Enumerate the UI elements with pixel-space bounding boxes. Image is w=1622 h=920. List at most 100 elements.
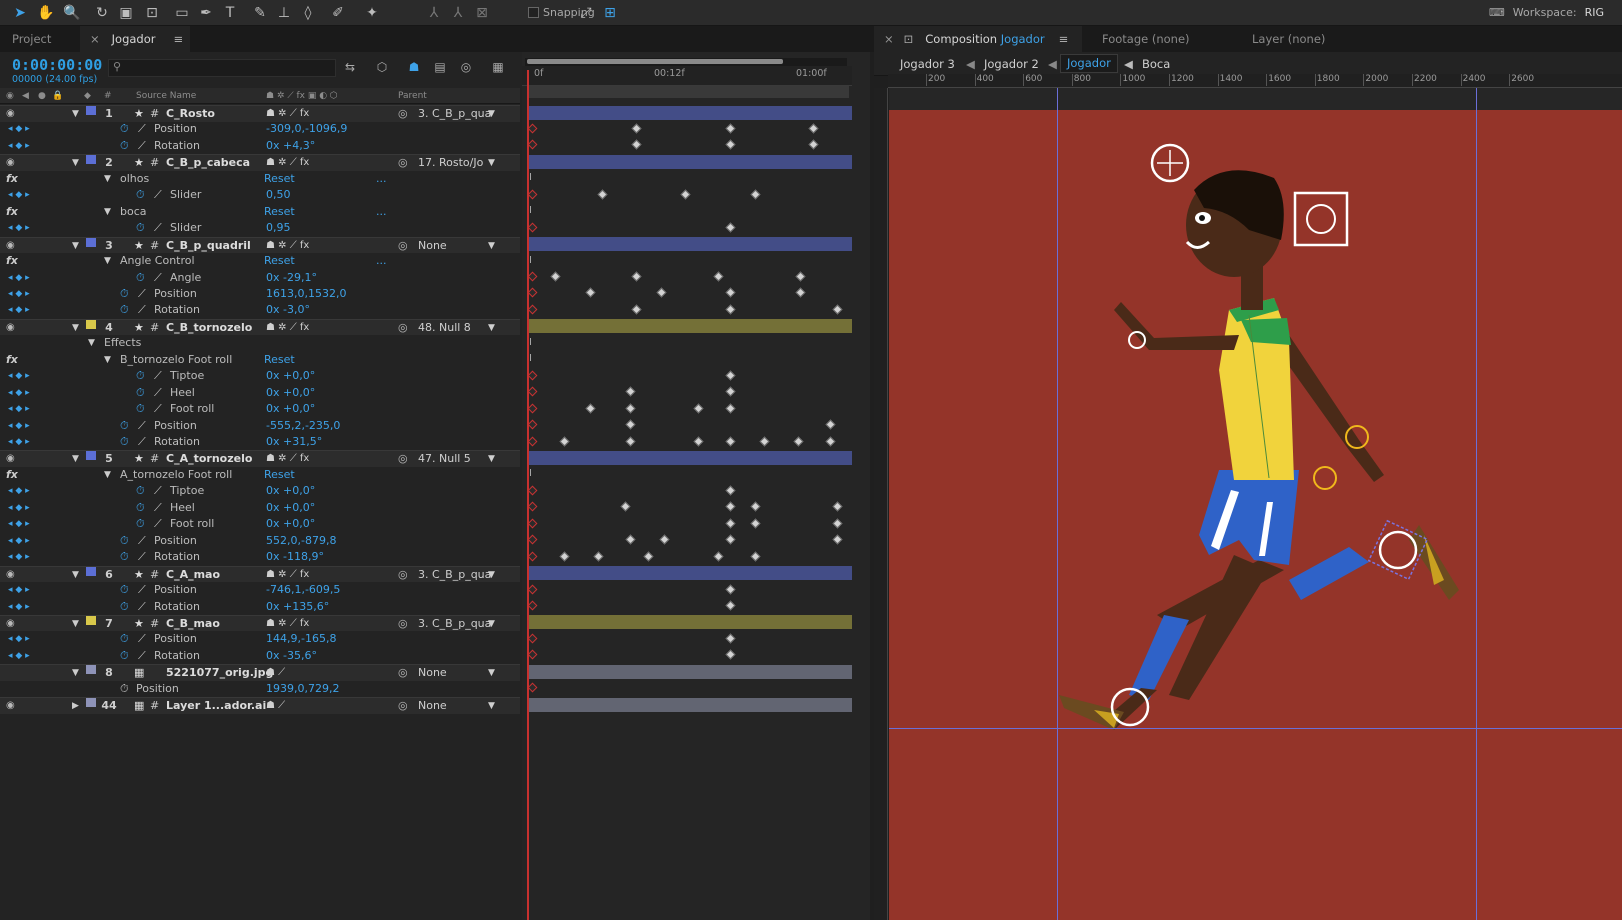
timeline-ruler[interactable]: 0f 00:12f 01:00f (522, 66, 852, 86)
chevron-down-icon[interactable]: ▼ (488, 616, 495, 632)
keyframe[interactable] (793, 436, 804, 446)
keyframe-start[interactable] (527, 123, 538, 134)
expand-triangle-icon[interactable]: ▼ (72, 238, 79, 254)
keyframe[interactable] (559, 436, 570, 446)
pickwhip-icon[interactable]: ◎ (398, 665, 408, 681)
property-value[interactable]: 144,9,-165,8 (266, 631, 336, 647)
keyframe[interactable] (559, 551, 570, 562)
visibility-eye-icon[interactable]: ◉ (6, 698, 15, 714)
brush-tool-icon[interactable]: ✎ (250, 3, 270, 23)
switches-icons[interactable]: ☗ ⟋ (266, 698, 285, 714)
switches-icons[interactable]: ☗ ✲ ⟋ fx (266, 451, 309, 467)
time-navigator[interactable] (525, 58, 847, 66)
layer-row[interactable]: ▼ 8 ▦ 5221077_orig.jpg ☗ ⟋ ◎ None ▼ (0, 664, 520, 681)
property-value[interactable]: 0,50 (266, 187, 291, 203)
tab-footage[interactable]: Footage (none) (1092, 26, 1200, 52)
timeline-row[interactable]: ◂ ◆ ▸ ⏱ ⟋ Rotation 0x +31,5° (0, 434, 520, 451)
keyframe-start[interactable] (527, 419, 538, 430)
property-value[interactable]: 0x -29,1° (266, 270, 317, 286)
property-value[interactable]: 1939,0,729,2 (266, 681, 339, 697)
timeline-row[interactable]: ◂ ◆ ▸ ⏱ ⟋ Heel 0x +0,0° (0, 385, 520, 402)
stopwatch-icon[interactable]: ⏱ (136, 187, 145, 203)
timeline-row[interactable]: fx ▼ boca Reset... (0, 204, 520, 221)
property-value[interactable]: -309,0,-1096,9 (266, 121, 347, 137)
keyframe-start[interactable] (527, 386, 538, 397)
keyframe[interactable] (643, 551, 654, 562)
timeline-row[interactable]: ◂ ◆ ▸ ⏱ ⟋ Heel 0x +0,0° (0, 500, 520, 517)
reset-link[interactable]: Reset (264, 467, 295, 483)
expand-triangle-icon[interactable]: ▼ (72, 106, 79, 122)
keyframe-nav-icon[interactable]: ◂ ◆ ▸ (8, 549, 30, 565)
stopwatch-icon[interactable]: ⏱ (136, 220, 145, 236)
stopwatch-icon[interactable]: ⏱ (120, 681, 129, 697)
keyframe-start[interactable] (527, 222, 538, 233)
world-axis-icon[interactable]: ⅄ (448, 3, 468, 23)
keyframe[interactable] (631, 139, 642, 150)
expand-triangle-icon[interactable]: ▼ (104, 204, 111, 220)
property-value[interactable]: 0x +0,0° (266, 500, 315, 516)
timeline-row[interactable]: fx ▼ A_tornozelo Foot roll Reset (0, 467, 520, 484)
timeline-row[interactable]: ◂ ◆ ▸ ⏱ ⟋ Position 1613,0,1532,0 (0, 286, 520, 303)
hamburger-icon[interactable]: ≡ (173, 32, 183, 46)
property-value[interactable]: 0x +0,0° (266, 401, 315, 417)
timeline-row[interactable]: ◂ ◆ ▸ ⏱ ⟋ Rotation 0x -35,6° (0, 648, 520, 665)
visibility-eye-icon[interactable]: ◉ (6, 451, 15, 467)
timeline-row[interactable]: ◂ ◆ ▸ ⏱ ⟋ Rotation 0x +135,6° (0, 599, 520, 616)
visibility-eye-icon[interactable]: ◉ (6, 238, 15, 254)
keyframe[interactable] (750, 518, 761, 529)
expand-triangle-icon[interactable]: ▼ (88, 335, 95, 351)
crumb-boca[interactable]: Boca (1142, 57, 1170, 71)
graph-editor-icon[interactable]: ▦ (490, 60, 506, 76)
keyframe[interactable] (625, 403, 636, 414)
tab-layer[interactable]: Layer (none) (1242, 26, 1335, 52)
keyframe[interactable] (825, 419, 836, 430)
keyframe-start[interactable] (527, 287, 538, 298)
keyframe[interactable] (713, 271, 724, 282)
keyframe[interactable] (693, 436, 704, 446)
timeline-row[interactable]: fx ▼ B_tornozelo Foot roll Reset (0, 352, 520, 369)
expand-triangle-icon[interactable]: ▼ (72, 616, 79, 632)
rotate-tool-icon[interactable]: ↻ (92, 3, 112, 23)
draft-3d-icon[interactable]: ⬡ (374, 60, 390, 76)
guide-vertical-1[interactable] (1057, 88, 1058, 920)
timeline-row[interactable]: ◂ ◆ ▸ ⏱ ⟋ Foot roll 0x +0,0° (0, 401, 520, 418)
property-value[interactable]: 0x +0,0° (266, 483, 315, 499)
current-time-display[interactable]: 0:00:00:00 (12, 56, 102, 74)
graph-icon[interactable]: ⟋ (138, 302, 146, 318)
visibility-eye-icon[interactable]: ◉ (6, 567, 15, 583)
pickwhip-icon[interactable]: ◎ (398, 106, 408, 122)
keyframe[interactable] (750, 501, 761, 512)
property-value[interactable]: 1613,0,1532,0 (266, 286, 346, 302)
guide-vertical-2[interactable] (1476, 88, 1477, 920)
keyframe[interactable] (725, 436, 736, 446)
keyframe[interactable] (808, 123, 819, 134)
snap-feather-icon[interactable]: ⤢ (576, 3, 596, 23)
close-icon[interactable]: × (884, 32, 894, 46)
keyframe[interactable] (725, 584, 736, 594)
visibility-eye-icon[interactable]: ◉ (6, 616, 15, 632)
stopwatch-icon[interactable]: ⏱ (120, 121, 129, 137)
label-color-swatch[interactable] (86, 106, 96, 115)
hamburger-icon[interactable]: ≡ (1059, 32, 1069, 46)
chevron-down-icon[interactable]: ▼ (488, 567, 495, 583)
visibility-eye-icon[interactable]: ◉ (6, 155, 15, 171)
property-value[interactable]: 0x -3,0° (266, 302, 310, 318)
pickwhip-icon[interactable]: ◎ (398, 616, 408, 632)
reset-link[interactable]: Reset (264, 171, 295, 187)
label-color-swatch[interactable] (86, 237, 96, 247)
pickwhip-icon[interactable]: ◎ (398, 567, 408, 583)
stopwatch-icon[interactable]: ⏱ (120, 302, 129, 318)
property-value[interactable]: 0x +0,0° (266, 516, 315, 532)
keyframe-start[interactable] (527, 139, 538, 150)
keyframe[interactable] (656, 287, 667, 298)
property-value[interactable]: -746,1,-609,5 (266, 582, 340, 598)
frame-blending-icon[interactable]: ▤ (432, 60, 448, 76)
keyframe-nav-icon[interactable]: ◂ ◆ ▸ (8, 138, 30, 154)
stopwatch-icon[interactable]: ⏱ (120, 549, 129, 565)
keyframe-start[interactable] (527, 271, 538, 282)
stopwatch-icon[interactable]: ⏱ (120, 434, 129, 450)
keyframe[interactable] (725, 649, 736, 660)
stopwatch-icon[interactable]: ⏱ (120, 599, 129, 615)
layer-name[interactable]: C_A_tornozelo (166, 451, 252, 467)
keyframe-start[interactable] (527, 501, 538, 512)
